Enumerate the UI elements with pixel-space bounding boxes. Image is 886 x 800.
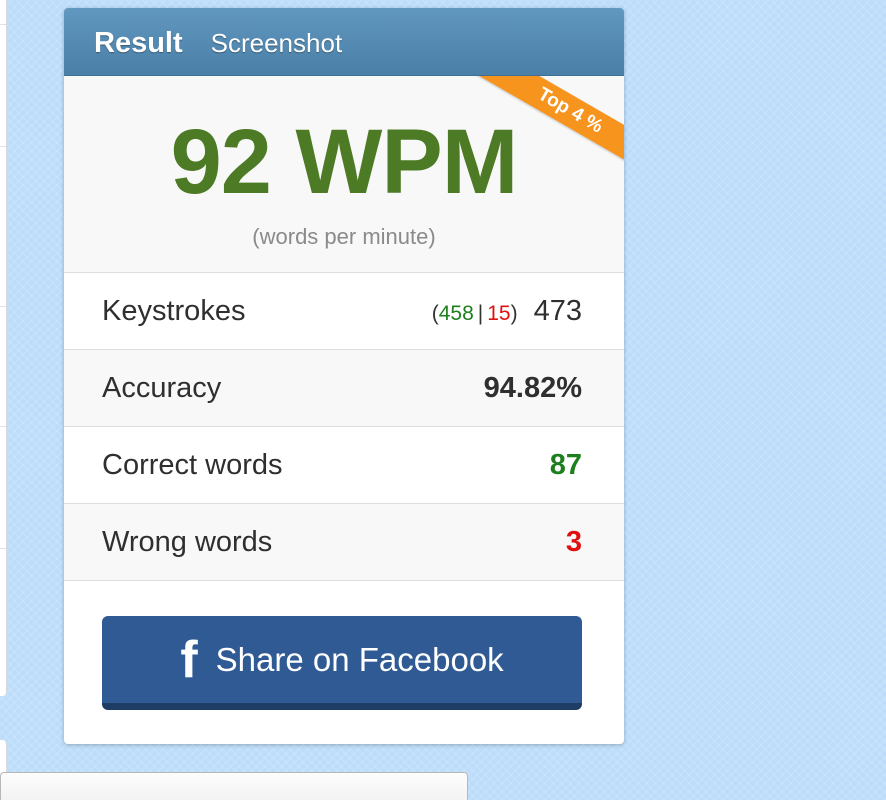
result-card: Result Screenshot Top 4 % 92 WPM (words …	[64, 8, 624, 744]
keystrokes-open-paren: (	[431, 301, 439, 325]
correct-words-value: 87	[549, 448, 582, 481]
accuracy-row: Accuracy 94.82%	[64, 350, 624, 427]
keystrokes-separator: |	[477, 301, 484, 325]
wpm-value: 92 WPM	[170, 111, 519, 213]
keystrokes-close-paren: )	[510, 301, 518, 325]
bottom-panel-edge	[0, 772, 468, 800]
correct-words-row: Correct words 87	[64, 427, 624, 504]
left-divider	[0, 426, 6, 427]
tab-result[interactable]: Result	[94, 23, 183, 60]
left-divider	[0, 146, 6, 147]
left-divider	[0, 548, 6, 549]
left-divider	[0, 24, 6, 25]
left-content-edge	[0, 0, 7, 696]
left-divider	[0, 306, 6, 307]
wrong-words-row: Wrong words 3	[64, 504, 624, 581]
keystrokes-wrong: 15	[487, 301, 511, 325]
wrong-words-label: Wrong words	[102, 525, 273, 558]
wrong-words-value: 3	[565, 525, 582, 558]
correct-words-label: Correct words	[102, 448, 283, 481]
keystrokes-label: Keystrokes	[102, 294, 246, 327]
keystrokes-correct: 458	[438, 301, 474, 325]
keystrokes-breakdown: (458 | 15)	[432, 302, 518, 325]
accuracy-label: Accuracy	[102, 371, 222, 404]
share-facebook-label: Share on Facebook	[215, 640, 504, 678]
keystrokes-total: 473	[533, 294, 582, 327]
facebook-icon: f	[180, 630, 198, 689]
accuracy-value: 94.82%	[483, 371, 582, 404]
keystrokes-value-group: (458 | 15) 473	[432, 295, 582, 328]
tab-screenshot[interactable]: Screenshot	[211, 24, 343, 59]
wpm-caption: (words per minute)	[252, 224, 436, 249]
wpm-panel: Top 4 % 92 WPM (words per minute)	[64, 76, 624, 273]
share-facebook-button[interactable]: f Share on Facebook	[102, 616, 582, 710]
card-tab-bar: Result Screenshot	[64, 8, 624, 76]
keystrokes-row: Keystrokes (458 | 15) 473	[64, 273, 624, 350]
